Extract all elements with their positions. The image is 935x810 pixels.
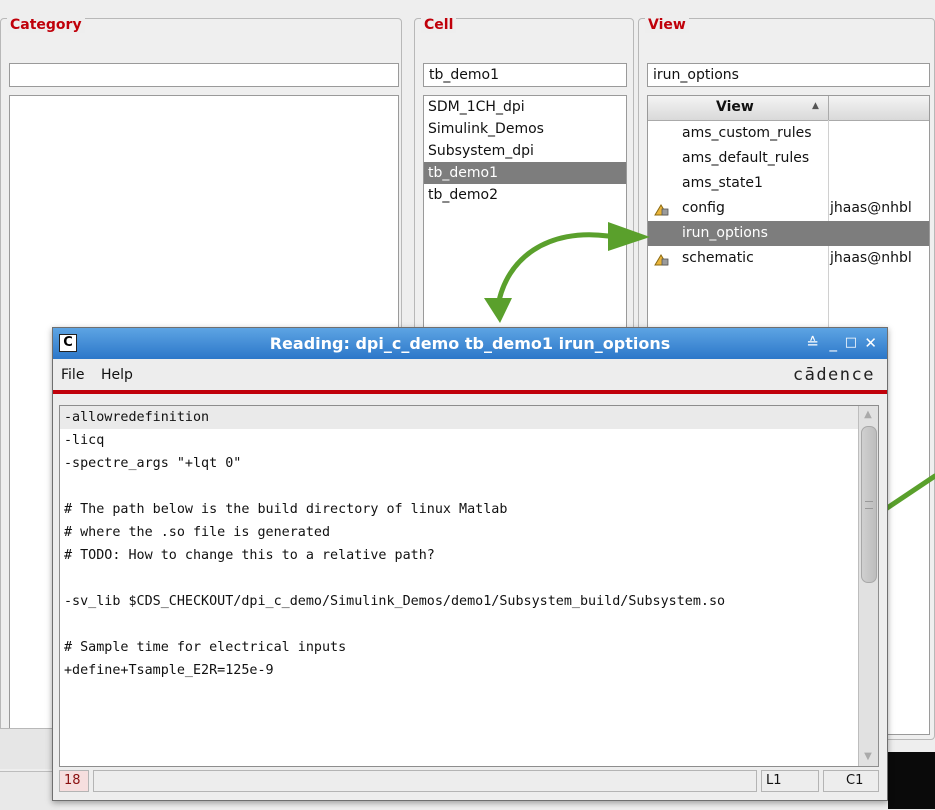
minimize-icon[interactable]: _ (830, 333, 838, 353)
sort-ascending-icon: ▲ (812, 101, 819, 111)
status-spacer (93, 770, 757, 792)
status-column: C1 (823, 770, 879, 792)
text-line: # where the .so file is generated (64, 525, 331, 540)
category-title: Category (7, 17, 85, 33)
cell-list-item[interactable]: tb_demo2 (424, 184, 626, 206)
shade-icon[interactable]: ≙ (806, 333, 819, 353)
view-row[interactable]: irun_options (648, 221, 929, 246)
cell-list-item[interactable]: Subsystem_dpi (424, 140, 626, 162)
view-row-name: ams_custom_rules (682, 125, 812, 141)
text-line: +define+Tsample_E2R=125e-9 (64, 663, 274, 678)
dialog-statusbar: 18 L1 C1 (59, 770, 879, 794)
view-column-header: View (716, 99, 754, 115)
view-row[interactable]: ams_custom_rules (648, 121, 929, 146)
view-row-name: config (682, 200, 725, 216)
close-icon[interactable]: ✕ (864, 333, 877, 353)
text-line (60, 613, 878, 636)
status-line: L1 (761, 770, 819, 792)
scroll-up-arrow-icon[interactable]: ▲ (861, 408, 875, 422)
lock-edit-icon (653, 251, 669, 266)
text-line (60, 475, 878, 498)
cadence-logo: cādence (792, 365, 875, 385)
view-row-name: schematic (682, 250, 754, 266)
view-row[interactable]: config jhaas@nhbl (648, 196, 929, 221)
text-line: # TODO: How to change this to a relative… (64, 548, 435, 563)
scrollbar-thumb[interactable] (861, 426, 877, 583)
text-line: -spectre_args "+lqt 0" (64, 456, 242, 471)
dialog-titlebar[interactable]: C Reading: dpi_c_demo tb_demo1 irun_opti… (53, 328, 887, 359)
lock-edit-icon (653, 201, 669, 216)
menu-help[interactable]: Help (101, 367, 133, 383)
cell-list-item[interactable]: SDM_1CH_dpi (424, 96, 626, 118)
text-viewer-dialog: C Reading: dpi_c_demo tb_demo1 irun_opti… (52, 327, 888, 801)
text-lines: -allowredefinition -licq -spectre_args "+l… (60, 406, 878, 682)
scroll-down-arrow-icon[interactable]: ▼ (861, 750, 875, 764)
text-line: -licq (64, 433, 105, 448)
view-title: View (645, 17, 689, 33)
cell-list-item[interactable]: Simulink_Demos (424, 118, 626, 140)
menu-file[interactable]: File (61, 367, 84, 383)
maximize-icon[interactable]: □ (845, 333, 857, 353)
status-count: 18 (59, 770, 89, 792)
view-table-header[interactable]: View ▲ (648, 96, 929, 121)
dialog-title: Reading: dpi_c_demo tb_demo1 irun_option… (269, 334, 671, 353)
cell-filter-input[interactable]: tb_demo1 (423, 63, 627, 87)
text-line: -sv_lib $CDS_CHECKOUT/dpi_c_demo/Simulin… (64, 594, 726, 609)
view-row-name: ams_default_rules (682, 150, 810, 166)
category-bottom-strip (0, 728, 60, 769)
background-status-strip (0, 771, 60, 810)
text-line: -allowredefinition (60, 406, 878, 429)
view-row[interactable]: schematic jhaas@nhbl (648, 246, 929, 271)
vertical-scrollbar[interactable]: ▲ ▼ (858, 406, 878, 766)
view-row-name: irun_options (682, 225, 768, 241)
view-row[interactable]: ams_default_rules (648, 146, 929, 171)
category-filter-input[interactable] (9, 63, 399, 87)
text-line: # The path below is the build directory … (64, 502, 508, 517)
view-row-owner: jhaas@nhbl (830, 250, 912, 266)
cell-title: Cell (421, 17, 457, 33)
file-text-area[interactable]: -allowredefinition -licq -spectre_args "+l… (59, 405, 879, 767)
text-line: # Sample time for electrical inputs (64, 640, 347, 655)
view-row-owner: jhaas@nhbl (830, 200, 912, 216)
view-row[interactable]: ams_state1 (648, 171, 929, 196)
view-filter-input[interactable]: irun_options (647, 63, 930, 87)
background-dark-region (888, 752, 935, 809)
view-row-name: ams_state1 (682, 175, 763, 191)
dialog-menubar: File Help cādence (53, 359, 887, 390)
text-line (60, 567, 878, 590)
header-divider (53, 390, 887, 394)
cell-list-item[interactable]: tb_demo1 (424, 162, 626, 184)
